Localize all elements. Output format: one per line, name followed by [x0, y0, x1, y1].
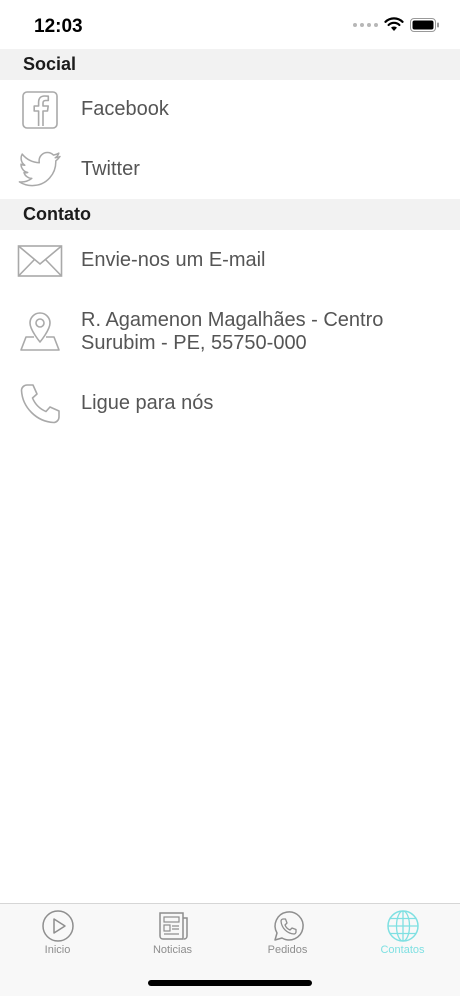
tab-pedidos[interactable]: Pedidos	[230, 904, 345, 966]
play-circle-icon	[41, 910, 74, 942]
globe-icon	[386, 910, 419, 942]
mail-icon	[16, 239, 64, 283]
address-line-2: Surubim - PE, 55750-000	[81, 332, 307, 354]
section-title-contato: Contato	[23, 204, 91, 224]
home-indicator[interactable]	[148, 980, 312, 986]
tab-label-contatos: Contatos	[380, 944, 425, 956]
battery-icon	[410, 17, 439, 32]
address-line-1: R. Agamenon Magalhães - Centro	[81, 309, 384, 331]
section-header-social: Social	[0, 49, 460, 80]
facebook-label: Facebook	[81, 98, 169, 120]
facebook-icon	[16, 88, 64, 132]
facebook-row[interactable]: Facebook	[0, 80, 460, 138]
signal-icon	[353, 22, 378, 27]
tab-label-noticias: Noticias	[152, 944, 193, 956]
whatsapp-icon	[273, 911, 304, 941]
wifi-icon	[384, 17, 404, 31]
twitter-label: Twitter	[81, 158, 140, 180]
tab-inicio[interactable]: Inicio	[0, 904, 115, 966]
tab-noticias[interactable]: Noticias	[115, 904, 230, 966]
section-header-contato: Contato	[0, 199, 460, 230]
phone-row[interactable]: Ligue para nós	[0, 374, 460, 432]
address-row[interactable]: R. Agamenon Magalhães - Centro Surubim -…	[0, 300, 460, 358]
twitter-icon	[16, 148, 64, 192]
map-pin-icon	[16, 308, 64, 352]
section-title-social: Social	[23, 54, 77, 74]
twitter-row[interactable]: Twitter	[0, 140, 460, 198]
tab-label-inicio: Inicio	[44, 944, 71, 956]
status-icons	[353, 17, 440, 32]
phone-label: Ligue para nós	[81, 392, 214, 414]
status-bar: 12:03	[0, 0, 460, 50]
status-time: 12:03	[34, 16, 83, 37]
contacts-screen: 12:03 Social Facebook Twitter Contato En…	[0, 0, 460, 996]
email-label: Envie-nos um E-mail	[81, 249, 266, 271]
email-row[interactable]: Envie-nos um E-mail	[0, 231, 460, 289]
tab-contatos[interactable]: Contatos	[345, 904, 460, 966]
phone-icon	[16, 382, 64, 426]
address-label: R. Agamenon Magalhães - Centro Surubim -…	[81, 309, 383, 355]
newspaper-icon	[158, 912, 188, 940]
tab-label-pedidos: Pedidos	[267, 944, 308, 956]
